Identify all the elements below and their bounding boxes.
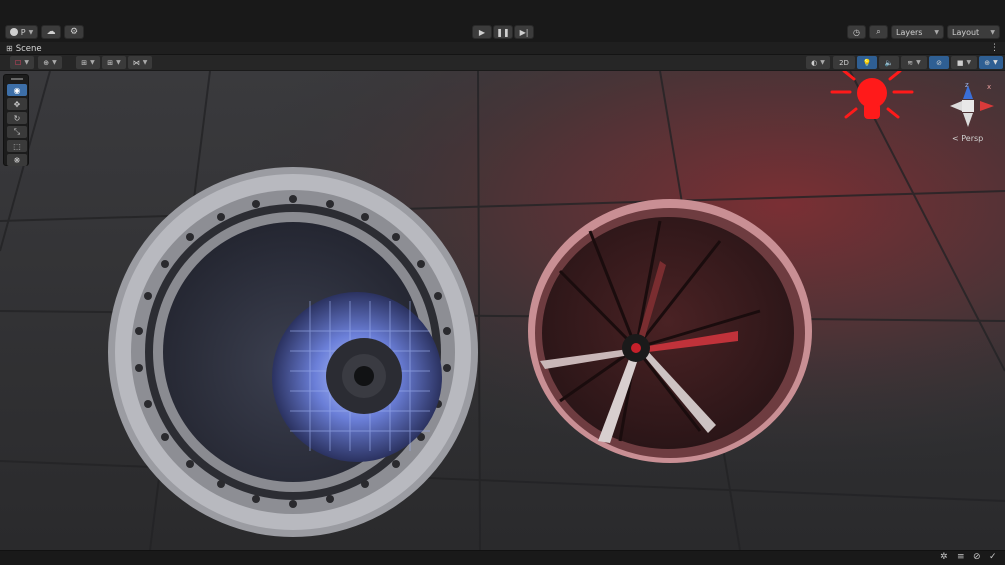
chevron-down-icon: ▼ (52, 59, 57, 66)
chevron-down-icon: ▼ (934, 28, 939, 36)
account-dropdown[interactable]: P ▼ (5, 25, 38, 39)
cloud-icon: ☁ (46, 27, 56, 37)
portal-right (528, 199, 812, 463)
rect-tool[interactable]: ⬚ (7, 140, 27, 152)
layers-label: Layers (896, 27, 923, 37)
effects-icon: ≋ (907, 58, 914, 67)
move-icon: ✥ (13, 99, 21, 109)
chevron-down-icon: ▼ (116, 59, 121, 66)
services-button[interactable]: ⚙ (64, 25, 84, 39)
history-icon: ◷ (853, 27, 860, 37)
search-icon: ⌕ (876, 27, 881, 36)
scene-toolbar: ☐ ▼ ⊕ ▼ ⊞ ▼ ⊞ ▼ ⋈ ▼ ◐ ▼ 2D 💡 🔈 ≋ ▼ ⊘ ■ ▼ ⊕ ▼ (0, 55, 1005, 71)
chevron-down-icon: ▼ (916, 59, 921, 66)
scene-visibility-toggle[interactable]: ⊘ (929, 56, 949, 69)
draw-mode-dropdown[interactable]: ◐ ▼ (806, 56, 830, 69)
layout-dropdown[interactable]: Layout ▼ (947, 25, 1000, 39)
main-toolbar: P ▼ ☁ ⚙ ▶ ❚❚ ▶| ◷ ⌕ Layers ▼ Layout ▼ (0, 0, 1005, 42)
pause-icon: ❚❚ (496, 27, 510, 37)
scene-render (0, 71, 1005, 550)
chevron-down-icon: ▼ (820, 59, 825, 66)
transform-tool[interactable]: ❋ (7, 154, 27, 166)
layout-label: Layout (952, 27, 980, 37)
chevron-down-icon: ▼ (24, 59, 29, 66)
view-tool[interactable]: ◉ (7, 84, 27, 96)
cache-icon[interactable]: ≡ (957, 552, 965, 562)
projection-label[interactable]: < Persp (952, 134, 983, 143)
mode-2d-button[interactable]: 2D (833, 56, 855, 69)
camera-icon: ■ (956, 58, 964, 67)
status-bar: ✲ ≡ ⊘ ✓ (0, 550, 1005, 565)
scene-viewport[interactable]: z x < Persp (0, 71, 1005, 550)
gizmos-icon: ⊕ (984, 58, 991, 67)
check-icon[interactable]: ✓ (989, 552, 997, 562)
scale-tool[interactable]: ⤡ (7, 126, 27, 138)
portal-left (108, 167, 478, 537)
chevron-down-icon: ▼ (990, 28, 995, 36)
gizmos-dropdown[interactable]: ⊕ ▼ (979, 56, 1003, 69)
vertex-snap-icon: ⋈ (132, 58, 140, 67)
play-icon: ▶ (478, 27, 486, 37)
cloud-button[interactable]: ☁ (41, 25, 61, 39)
lightbulb-icon: 💡 (862, 58, 872, 67)
axis-z-label: z (965, 81, 969, 89)
tool-palette: ◉ ✥ ↻ ⤡ ⬚ ❋ (3, 74, 29, 166)
globe-icon: ⊕ (43, 58, 50, 67)
grid-snap-dropdown[interactable]: ⊞ ▼ (76, 56, 100, 69)
chevron-down-icon: ▼ (993, 59, 998, 66)
axis-x-label: x (987, 83, 992, 91)
hidden-eye-icon: ⊘ (936, 58, 942, 67)
tab-scene-label: Scene (15, 43, 42, 54)
increment-snap-dropdown[interactable]: ⊞ ▼ (102, 56, 126, 69)
rotate-tool[interactable]: ↻ (7, 112, 27, 124)
step-button[interactable]: ▶| (514, 25, 534, 39)
move-tool[interactable]: ✥ (7, 98, 27, 110)
tool-settings-icon: ☐ (15, 58, 22, 67)
tool-settings-dropdown[interactable]: ☐ ▼ (10, 56, 34, 69)
shading-icon: ◐ (811, 58, 818, 67)
pause-button[interactable]: ❚❚ (493, 25, 513, 39)
search-button[interactable]: ⌕ (869, 25, 888, 39)
chevron-down-icon: ▼ (28, 28, 34, 36)
tab-scene[interactable]: ⊞ Scene (6, 43, 42, 54)
layers-dropdown[interactable]: Layers ▼ (891, 25, 944, 39)
chevron-down-icon: ▼ (966, 59, 972, 66)
grid-icon: ⊞ (6, 44, 13, 53)
chevron-down-icon: ▼ (90, 59, 95, 66)
scale-icon: ⤡ (13, 127, 21, 136)
audio-toggle[interactable]: 🔈 (879, 56, 899, 69)
speaker-icon: 🔈 (884, 58, 894, 67)
lighting-toggle[interactable]: 💡 (857, 56, 877, 69)
play-button[interactable]: ▶ (472, 25, 492, 39)
chevron-down-icon: ▼ (142, 59, 148, 66)
effects-dropdown[interactable]: ≋ ▼ (901, 56, 927, 69)
grid-snap-icon: ⊞ (81, 58, 88, 67)
vertex-snap-dropdown[interactable]: ⋈ ▼ (128, 56, 152, 69)
debug-icon[interactable]: ✲ (940, 552, 948, 562)
increment-snap-icon: ⊞ (107, 58, 114, 67)
more-options-icon[interactable]: ⋮ (990, 43, 999, 53)
rect-icon: ⬚ (13, 141, 21, 151)
drag-handle[interactable] (11, 78, 23, 80)
camera-dropdown[interactable]: ■ ▼ (951, 56, 977, 69)
transform-icon: ❋ (13, 155, 21, 165)
step-icon: ▶| (519, 27, 529, 37)
eye-icon: ◉ (13, 85, 21, 95)
progress-icon[interactable]: ⊘ (973, 552, 981, 562)
account-label: P (20, 27, 26, 37)
gear-icon: ⚙ (69, 27, 79, 37)
account-icon (9, 28, 18, 36)
scene-tab-row: ⊞ Scene ⋮ (0, 42, 1005, 55)
rotate-icon: ↻ (13, 113, 21, 123)
mode-2d-label: 2D (839, 58, 849, 67)
history-button[interactable]: ◷ (847, 25, 866, 39)
pivot-global-dropdown[interactable]: ⊕ ▼ (38, 56, 62, 69)
